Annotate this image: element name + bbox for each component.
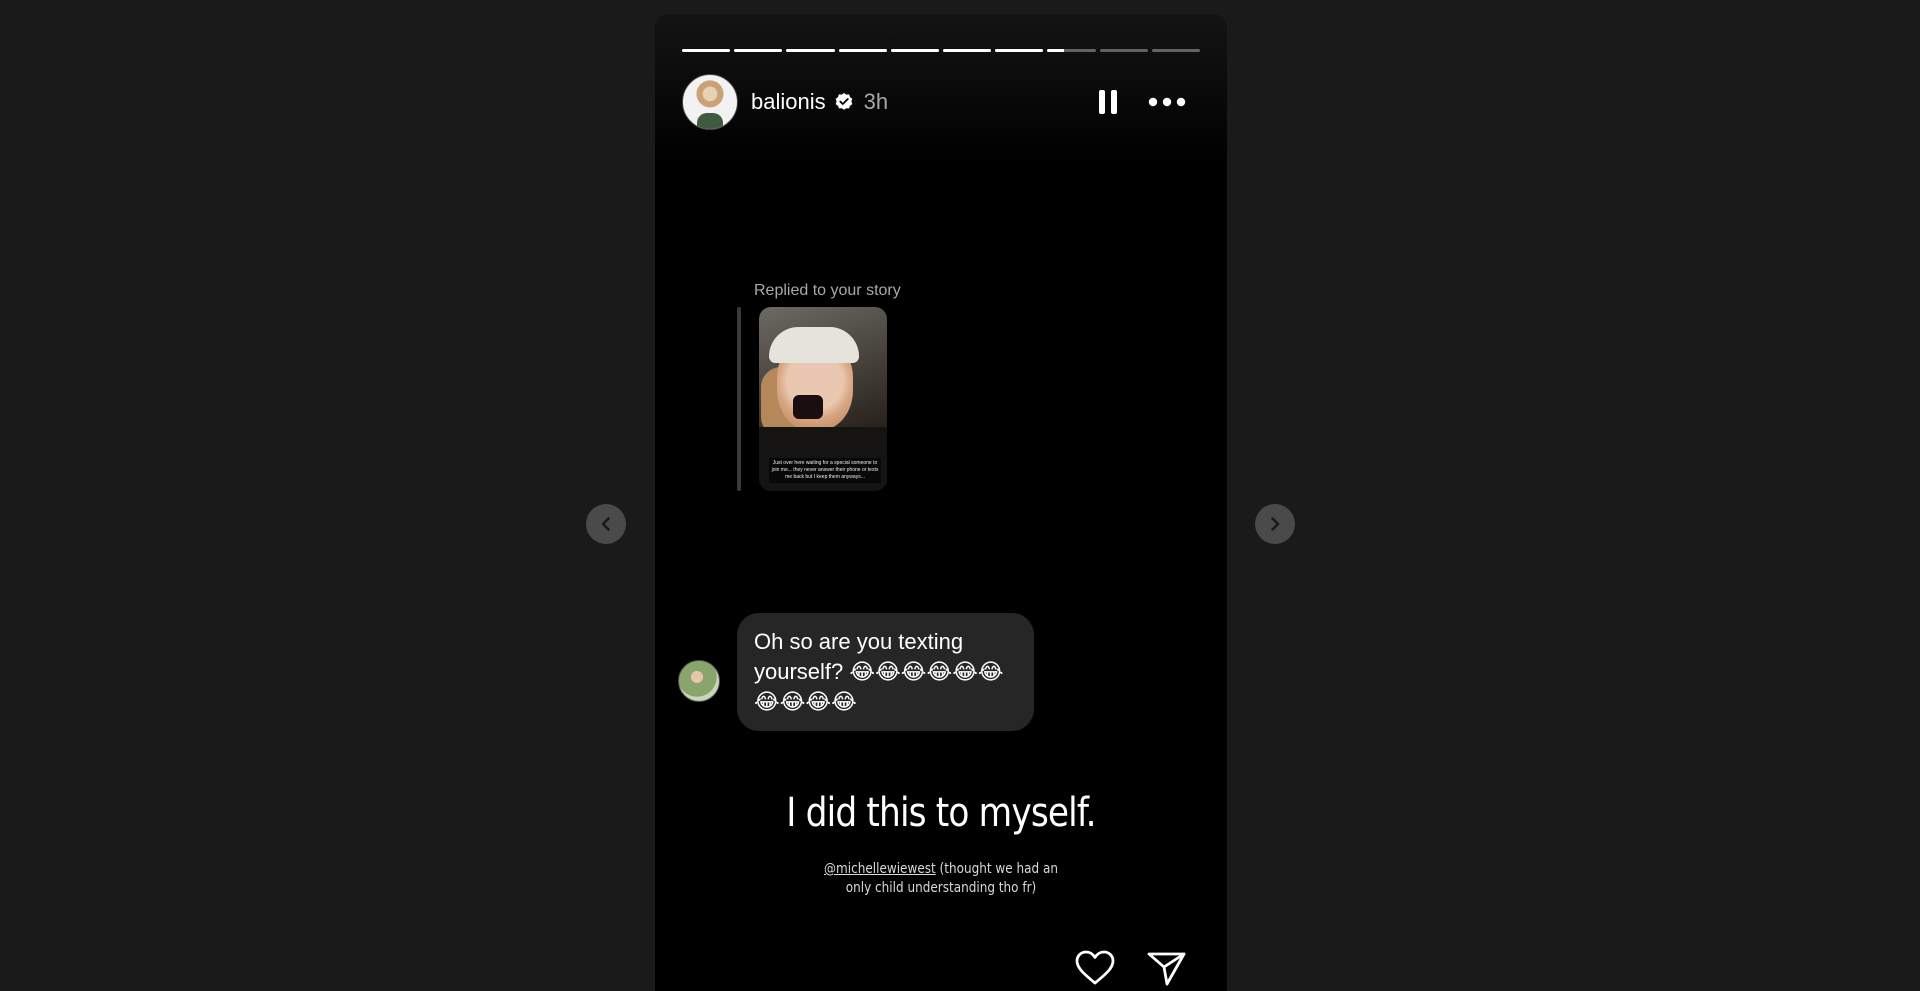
story-header: balionis 3h	[682, 74, 1200, 130]
progress-segment-fill	[838, 49, 887, 52]
verified-badge-icon	[834, 92, 854, 112]
progress-segment-fill	[943, 49, 992, 52]
reply-quote-bar	[737, 307, 741, 491]
progress-segment	[786, 49, 835, 52]
thumbnail-caption: Just over here waiting for a special som…	[769, 458, 881, 483]
user-avatar[interactable]	[682, 74, 738, 130]
progress-segment-fill	[890, 49, 940, 52]
more-options-icon[interactable]	[1148, 97, 1186, 107]
next-story-button[interactable]	[1255, 504, 1295, 544]
progress-segment-fill	[734, 49, 783, 52]
subtext-line-1: (thought we had an	[935, 861, 1058, 877]
post-time: 3h	[863, 89, 889, 114]
story-footer-actions	[1075, 950, 1187, 986]
mention-link[interactable]: @michellewiewest	[824, 861, 936, 877]
replied-story-thumbnail[interactable]: Just over here waiting for a special som…	[759, 307, 887, 491]
previous-story-button[interactable]	[586, 504, 626, 544]
chevron-left-icon	[601, 517, 610, 531]
sender-avatar[interactable]	[678, 660, 720, 702]
story-caption-subtext: @michellewiewest (thought we had an only…	[695, 860, 1187, 898]
thumbnail-cap	[769, 327, 859, 363]
story-progress-bar	[682, 49, 1201, 52]
progress-segment	[1047, 49, 1096, 52]
story-caption-headline: I did this to myself.	[786, 790, 1096, 836]
thumbnail-wine-glass	[793, 395, 823, 419]
heart-icon[interactable]	[1075, 950, 1115, 986]
header-actions	[1098, 89, 1200, 115]
progress-segment	[995, 49, 1044, 52]
progress-segment-fill	[786, 49, 835, 52]
progress-segment	[682, 49, 731, 52]
story-frame[interactable]: balionis 3h Replied to your story Just o…	[655, 14, 1227, 991]
story-viewer-stage: balionis 3h Replied to your story Just o…	[0, 0, 1920, 991]
chevron-right-icon	[1271, 517, 1280, 531]
pause-icon[interactable]	[1098, 89, 1118, 115]
subtext-line-2: only child understanding tho fr)	[845, 880, 1037, 896]
message-bubble: Oh so are you texting yourself? 😂😂😂😂😂😂😂😂…	[737, 613, 1034, 731]
username[interactable]: balionis	[751, 89, 826, 115]
progress-segment-fill	[1047, 49, 1065, 52]
progress-segment	[943, 49, 992, 52]
progress-segment	[838, 49, 887, 52]
send-icon[interactable]	[1147, 950, 1187, 986]
progress-segment-fill	[995, 49, 1044, 52]
progress-segment	[890, 49, 940, 52]
replied-to-story-label: Replied to your story	[754, 282, 901, 299]
progress-segment	[734, 49, 783, 52]
progress-segment	[1151, 49, 1201, 52]
progress-segment-fill	[682, 49, 731, 52]
progress-segment	[1099, 49, 1148, 52]
